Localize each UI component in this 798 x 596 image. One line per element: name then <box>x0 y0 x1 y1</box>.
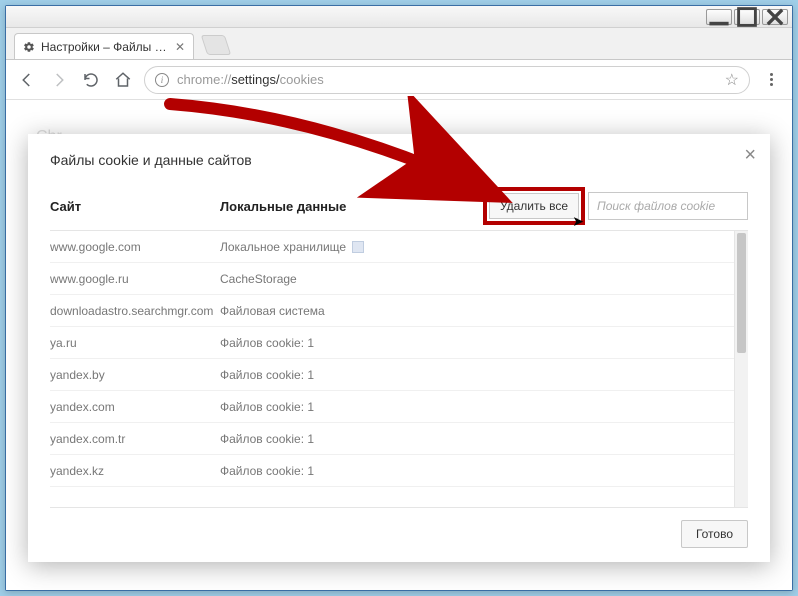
window-titlebar <box>6 6 792 28</box>
window-minimize-button[interactable] <box>706 9 732 25</box>
bookmark-star-icon[interactable]: ☆ <box>725 70 739 90</box>
table-row[interactable]: yandex.com.trФайлов cookie: 1 <box>50 423 748 455</box>
forward-button[interactable] <box>48 69 70 91</box>
tab-close-icon[interactable]: ✕ <box>175 40 185 54</box>
gear-icon <box>23 41 35 53</box>
site-info-icon[interactable]: i <box>155 73 169 87</box>
cell-local-data: Локальное хранилище <box>220 240 748 254</box>
table-row[interactable]: www.google.comЛокальное хранилище <box>50 231 748 263</box>
table-row[interactable]: downloadastro.searchmgr.comФайловая сист… <box>50 295 748 327</box>
table-row[interactable]: yandex.byФайлов cookie: 1 <box>50 359 748 391</box>
menu-button[interactable] <box>760 69 782 91</box>
address-bar[interactable]: i chrome://settings/cookies ☆ <box>144 66 750 94</box>
cell-site: yandex.by <box>50 368 220 382</box>
new-tab-button[interactable] <box>201 35 231 55</box>
cookies-dialog: × Файлы cookie и данные сайтов Сайт Лока… <box>28 134 770 562</box>
window-maximize-button[interactable] <box>734 9 760 25</box>
tab-title: Настройки – Файлы coo <box>41 40 169 54</box>
browser-tab[interactable]: Настройки – Файлы coo ✕ <box>14 33 194 59</box>
reload-button[interactable] <box>80 69 102 91</box>
delete-all-highlight: Удалить все ➤ <box>486 190 582 222</box>
back-button[interactable] <box>16 69 38 91</box>
cell-local-data: CacheStorage <box>220 272 748 286</box>
tab-strip: Настройки – Файлы coo ✕ <box>6 28 792 60</box>
done-button[interactable]: Готово <box>681 520 748 548</box>
dialog-close-button[interactable]: × <box>744 144 756 167</box>
cookie-search-input[interactable] <box>588 192 748 220</box>
cookies-table-body: www.google.comЛокальное хранилищеwww.goo… <box>50 231 748 508</box>
column-header-site: Сайт <box>50 199 220 214</box>
cell-local-data: Файлов cookie: 1 <box>220 400 748 414</box>
column-header-localdata: Локальные данные <box>220 199 486 214</box>
cell-local-data: Файлов cookie: 1 <box>220 464 748 478</box>
cell-local-data: Файлов cookie: 1 <box>220 432 748 446</box>
cell-local-data: Файлов cookie: 1 <box>220 336 748 350</box>
table-header-row: Сайт Локальные данные Удалить все ➤ <box>50 190 748 231</box>
cell-site: www.google.com <box>50 240 220 254</box>
url-text: chrome://settings/cookies <box>177 72 324 87</box>
cell-site: yandex.com <box>50 400 220 414</box>
cell-site: yandex.kz <box>50 464 220 478</box>
window-close-button[interactable] <box>762 9 788 25</box>
table-row[interactable]: yandex.comФайлов cookie: 1 <box>50 391 748 423</box>
cell-site: yandex.com.tr <box>50 432 220 446</box>
cell-local-data: Файлов cookie: 1 <box>220 368 748 382</box>
table-row[interactable]: ya.ruФайлов cookie: 1 <box>50 327 748 359</box>
browser-toolbar: i chrome://settings/cookies ☆ <box>6 60 792 100</box>
dialog-title: Файлы cookie и данные сайтов <box>50 152 748 168</box>
dialog-footer: Готово <box>50 508 748 548</box>
storage-chip-icon <box>352 241 364 253</box>
cell-site: ya.ru <box>50 336 220 350</box>
cell-site: downloadastro.searchmgr.com <box>50 304 220 318</box>
table-row[interactable]: yandex.kzФайлов cookie: 1 <box>50 455 748 487</box>
scrollbar[interactable] <box>734 231 748 507</box>
home-button[interactable] <box>112 69 134 91</box>
table-row[interactable]: www.google.ruCacheStorage <box>50 263 748 295</box>
delete-all-button[interactable]: Удалить все <box>489 193 579 219</box>
scrollbar-thumb[interactable] <box>737 233 746 353</box>
cell-site: www.google.ru <box>50 272 220 286</box>
cell-local-data: Файловая система <box>220 304 748 318</box>
